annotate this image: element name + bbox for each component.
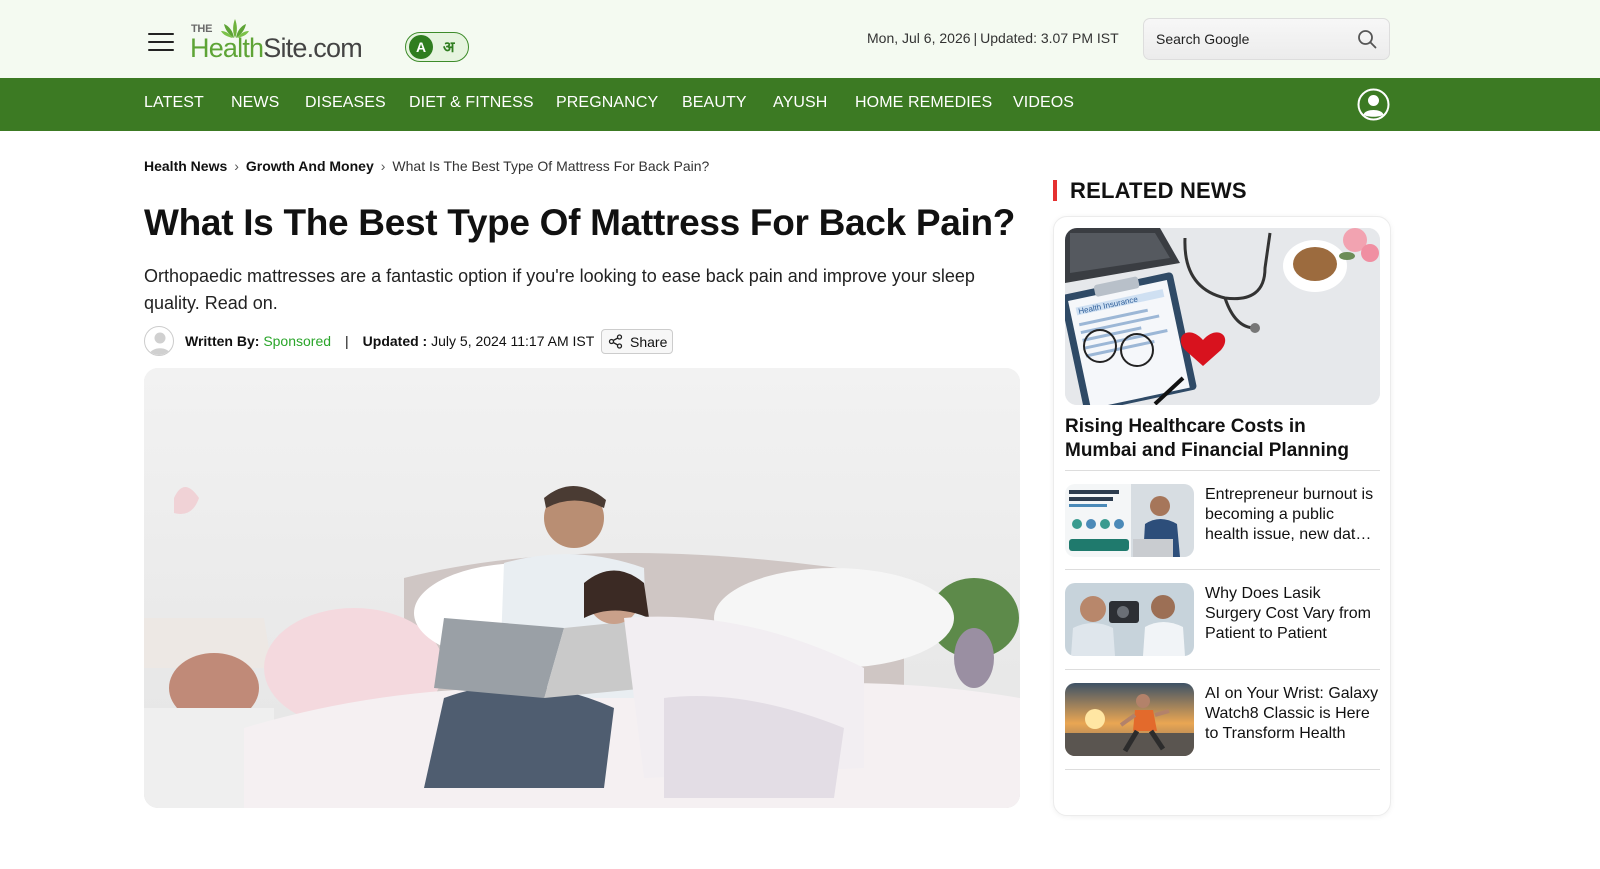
burnout-infographic-thumb [1065,484,1194,557]
nav-pregnancy[interactable]: PREGNANCY [556,94,658,112]
breadcrumb: Health News › Growth And Money › What Is The… [144,158,709,174]
related-item[interactable]: AI on Your Wrist: Galaxy Watch8 Classic … [1065,669,1380,769]
avatar-placeholder-icon [149,332,171,355]
breadcrumb-growth-and-money[interactable]: Growth And Money [246,158,374,174]
dateline: Mon, Jul 6, 2026 | Updated: 3.07 PM IST [867,30,1119,46]
nav-home-remedies[interactable]: HOME REMEDIES [855,94,992,112]
search-placeholder: Search Google [1156,31,1250,47]
nav-news[interactable]: NEWS [231,94,279,112]
related-feature-title[interactable]: Rising Healthcare Costs in Mumbai and Fi… [1065,415,1380,463]
related-item[interactable] [1065,769,1380,869]
share-icon [608,334,623,349]
nav-diseases[interactable]: DISEASES [305,94,386,112]
article-byline: Written By: Sponsored | Updated : July 5, … [144,326,844,356]
runner-sunset-thumb [1065,683,1194,756]
related-feature-image[interactable]: Health Insurance [1065,228,1380,405]
related-item[interactable]: Why Does Lasik Surgery Cost Vary from Pa… [1065,569,1380,669]
related-item-title: Why Does Lasik Surgery Cost Vary from Pa… [1205,585,1371,642]
language-toggle[interactable]: A अ [405,32,469,62]
hindi-option[interactable]: अ [443,37,454,57]
chevron-right-icon: › [380,158,386,174]
nav-diet-fitness[interactable]: DIET & FITNESS [409,94,534,112]
nav-videos[interactable]: VIDEOS [1013,94,1074,112]
breadcrumb-current: What Is The Best Type Of Mattress For Ba… [392,158,710,174]
byline-text: Written By: Sponsored | Updated : July 5, … [185,333,595,349]
site-header: THE HealthSite.com A अ Mon, Jul 6, 2026 |… [0,0,1600,78]
heading-accent-bar [1053,180,1057,201]
updated-timestamp: July 5, 2024 11:17 AM IST [431,333,595,349]
nav-latest[interactable]: LATEST [144,94,204,112]
site-logo[interactable]: THE HealthSite.com [190,18,390,64]
couple-on-bed-illustration [144,368,1020,808]
search-input[interactable]: Search Google [1143,18,1390,60]
logo-wordmark: HealthSite.com [190,33,363,63]
article-summary: Orthopaedic mattresses are a fantastic o… [144,266,975,313]
article-title: What Is The Best Type Of Mattress For Ba… [144,202,1016,243]
nav-ayush[interactable]: AYUSH [773,94,827,112]
related-item-title: Entrepreneur burnout is becoming a publi… [1205,486,1374,543]
share-button[interactable]: Share [601,329,673,354]
related-item-thumbnail [1065,683,1194,756]
article-hero-image [144,368,1020,808]
english-option[interactable]: A [409,35,433,59]
related-item-thumbnail [1065,583,1194,656]
updated-time: Updated: 3.07 PM IST [980,30,1119,46]
related-item-title: AI on Your Wrist: Galaxy Watch8 Classic … [1205,685,1379,742]
related-item[interactable]: Entrepreneur burnout is becoming a publi… [1065,470,1380,570]
chevron-right-icon: › [234,158,239,174]
search-icon[interactable] [1357,29,1377,49]
health-insurance-illustration: Health Insurance [1065,228,1380,405]
author-link[interactable]: Sponsored [263,333,331,349]
related-item-thumbnail [1065,484,1194,557]
related-news-card: Health Insurance Rising Healthcare Costs… [1053,216,1391,816]
nav-beauty[interactable]: BEAUTY [682,94,747,112]
user-account-icon[interactable] [1357,88,1390,121]
author-avatar [144,326,174,356]
eye-exam-thumb [1065,583,1194,656]
current-date: Mon, Jul 6, 2026 [867,30,971,46]
breadcrumb-health-news[interactable]: Health News [144,158,227,174]
menu-icon[interactable] [148,33,174,53]
main-nav: LATEST NEWS DISEASES DIET & FITNESS PREG… [0,78,1600,131]
